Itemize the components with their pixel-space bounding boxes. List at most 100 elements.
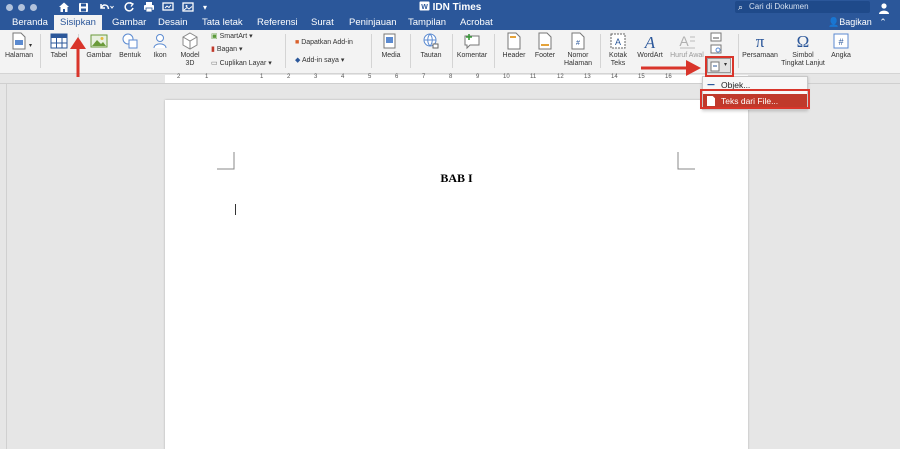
ruler-number: 4 (341, 74, 345, 80)
search-placeholder: Cari di Dokumen (749, 2, 809, 11)
kotak-teks-label-1: Kotak (609, 52, 627, 59)
ikon-button[interactable]: Ikon (148, 32, 172, 60)
addin-saya-label: Add-in saya (301, 57, 339, 64)
dapatkan-addin-label: Dapatkan Add-in (301, 39, 353, 46)
svg-text:π: π (756, 32, 765, 50)
comment-icon (464, 34, 480, 50)
wordart-button[interactable]: A WordArt (635, 32, 665, 60)
vertical-ruler[interactable] (0, 84, 7, 449)
ruler-number: 8 (449, 74, 453, 80)
margin-corner-mark (677, 152, 695, 170)
word-doc-icon: W (419, 1, 430, 11)
ribbon-separator (738, 34, 739, 68)
search-input[interactable]: ⌕ Cari di Dokumen (735, 1, 870, 13)
tab-sisipkan[interactable]: Sisipkan (54, 15, 102, 30)
nomor-halaman-label-1: Nomor (567, 52, 589, 59)
model-3d-label-2: 3D (185, 60, 195, 67)
footer-label: Footer (534, 52, 556, 59)
share-label: Bagikan (839, 17, 872, 27)
my-addins-icon: ◆ (295, 57, 301, 64)
nomor-halaman-button[interactable]: # Nomor Halaman (562, 32, 594, 68)
addin-saya-button[interactable]: ◆ Add-in saya ▾ (295, 56, 344, 65)
header-button[interactable]: Header (500, 32, 528, 60)
customize-toolbar-icon[interactable]: ▾ (203, 0, 207, 15)
tab-tampilan[interactable]: Tampilan (402, 15, 452, 30)
tab-tata-letak[interactable]: Tata letak (196, 15, 249, 30)
ribbon-separator (285, 34, 286, 68)
page-icon (12, 32, 26, 50)
huruf-awal-button[interactable]: A Huruf Awal (668, 32, 706, 60)
tab-gambar[interactable]: Gambar (106, 15, 152, 30)
pi-icon: π (756, 32, 765, 50)
ribbon-insert: Halaman ▾ Tabel Gambar Bentuk Ikon Model… (0, 30, 900, 74)
kotak-teks-button[interactable]: A Kotak Teks (604, 32, 632, 68)
save-icon[interactable] (78, 0, 89, 15)
close-window-icon[interactable] (6, 4, 13, 11)
ruler-number: 6 (395, 74, 399, 80)
tab-referensi[interactable]: Referensi (251, 15, 304, 30)
maximize-window-icon[interactable] (30, 4, 37, 11)
omega-icon: Ω (797, 32, 810, 50)
tab-beranda[interactable]: Beranda (6, 15, 54, 30)
model-3d-button[interactable]: Model 3D (176, 32, 204, 68)
ruler-number: 1 (260, 74, 264, 80)
ribbon-separator (452, 34, 453, 68)
bagan-label: Bagan (216, 46, 238, 53)
persamaan-label: Persamaan (742, 52, 778, 59)
document-heading[interactable]: BAB I (165, 171, 748, 186)
ruler-number: 5 (368, 74, 372, 80)
ruler-number: 12 (557, 74, 564, 80)
gambar-button[interactable]: Gambar (84, 32, 114, 60)
bagan-button[interactable]: ▮ Bagan ▾ (211, 45, 243, 54)
ruler-number: 3 (314, 74, 318, 80)
collapse-ribbon-icon[interactable]: ⌃ (879, 17, 887, 27)
simbol-tingkat-lanjut-button[interactable]: Ω Simbol Tingkat Lanjut (780, 32, 826, 68)
halaman-dropdown-icon[interactable]: ▾ (29, 42, 32, 51)
redo-icon[interactable] (124, 0, 135, 15)
media-label: Media (381, 52, 401, 59)
cuplikan-layar-label: Cuplikan Layar (219, 60, 267, 67)
smartart-label: SmartArt (219, 33, 248, 40)
store-icon: ■ (295, 39, 300, 46)
highlight-objek-button (705, 56, 734, 77)
ruler-number: 2 (177, 74, 181, 80)
number-icon: # (833, 33, 849, 49)
footer-button[interactable]: Footer (532, 32, 558, 60)
tab-peninjauan[interactable]: Peninjauan (343, 15, 403, 30)
print-icon[interactable] (143, 0, 155, 15)
presentation-icon[interactable] (162, 0, 174, 15)
angka-button[interactable]: # Angka (828, 32, 854, 60)
document-page[interactable]: BAB I (165, 100, 748, 449)
komentar-button[interactable]: Komentar (455, 32, 489, 60)
ruler-number: 14 (611, 74, 618, 80)
annotation-arrow-up-icon (70, 37, 86, 77)
minimize-window-icon[interactable] (18, 4, 25, 11)
home-icon[interactable] (58, 0, 70, 15)
page-number-icon: # (571, 32, 585, 50)
chart-icon: ▮ (211, 46, 215, 53)
tab-desain[interactable]: Desain (152, 15, 194, 30)
nomor-halaman-label-2: Halaman (563, 60, 592, 67)
tab-acrobat[interactable]: Acrobat (454, 15, 499, 30)
link-icon (423, 33, 439, 49)
undo-icon[interactable] (98, 0, 114, 15)
ruler-number: 10 (503, 74, 510, 80)
bentuk-button[interactable]: Bentuk (116, 32, 144, 60)
smartart-button[interactable]: ▣ SmartArt ▾ (211, 32, 253, 41)
share-button[interactable]: 👤Bagikan ⌃ (828, 15, 887, 30)
tautan-button[interactable]: Tautan (416, 32, 446, 60)
ribbon-separator (410, 34, 411, 68)
user-icon[interactable] (878, 1, 890, 14)
persamaan-button[interactable]: π Persamaan (742, 32, 778, 60)
komentar-label: Komentar (456, 52, 488, 59)
dapatkan-addin-button[interactable]: ■ Dapatkan Add-in (295, 38, 353, 47)
highlight-teks-dari-file (700, 89, 810, 109)
svg-text:A: A (615, 37, 621, 47)
cuplikan-layar-button[interactable]: ▭ Cuplikan Layar ▾ (211, 59, 272, 68)
screenshot-icon: ▭ (211, 60, 218, 67)
media-button[interactable]: Media (378, 32, 404, 60)
ikon-label: Ikon (153, 52, 167, 59)
screen-icon[interactable] (182, 0, 194, 15)
tab-surat[interactable]: Surat (305, 15, 340, 30)
halaman-label: Halaman (4, 52, 33, 59)
